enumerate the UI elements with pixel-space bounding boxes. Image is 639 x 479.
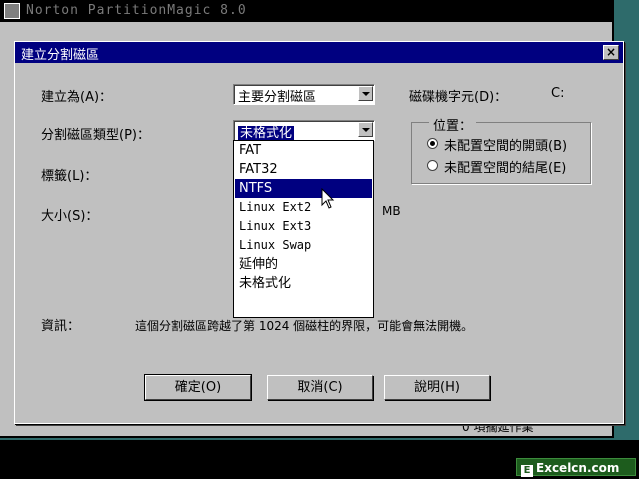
close-button[interactable]: × [603,45,619,60]
info-label: 資訊： [41,319,81,334]
create-partition-dialog: 建立分割磁區 × 建立為(A)： 主要分割磁區 磁碟機字元(D)： C: 分割磁… [14,41,624,424]
app-icon [4,3,20,19]
dialog-titlebar[interactable]: 建立分割磁區 × [15,42,623,63]
radio-end-of-unallocated[interactable] [427,160,438,171]
create-as-value: 主要分割磁區 [238,90,317,105]
watermark-logo: E Excelcn.com [516,458,636,477]
excel-logo-icon: E [521,465,533,477]
dropdown-option-ntfs[interactable]: NTFS [235,179,372,198]
info-text: 這個分割磁區跨越了第 1024 個磁柱的界限，可能會無法開機。 [135,319,474,333]
create-as-select[interactable]: 主要分割磁區 [233,84,375,105]
dropdown-option-linux-swap[interactable]: Linux Swap [235,236,372,255]
partition-type-selected-text: 未格式化 [238,126,295,141]
size-label: 大小(S)： [41,209,99,224]
partition-type-select[interactable]: 未格式化 [233,120,375,141]
dropdown-option-linux-ext2[interactable]: Linux Ext2 [235,198,372,217]
watermark-text: Excelcn.com [536,461,620,475]
dropdown-option-fat[interactable]: FAT [235,141,372,160]
position-legend: 位置： [429,115,477,134]
ok-button[interactable]: 確定(O) [144,374,252,401]
partition-type-value: 未格式化 [238,122,295,141]
background-title: Norton PartitionMagic 8.0 [26,3,247,18]
help-button[interactable]: 說明(H) [384,375,490,400]
drive-letter-label: 磁碟機字元(D)： [409,90,508,105]
create-as-label: 建立為(A)： [41,90,113,105]
close-icon: × [605,45,617,59]
chevron-down-icon[interactable] [358,86,373,101]
dropdown-option-linux-ext3[interactable]: Linux Ext3 [235,217,372,236]
mouse-pointer-icon [321,188,335,209]
dropdown-option-extended[interactable]: 延伸的 [235,255,372,274]
drive-letter-value[interactable]: C: [551,86,564,101]
partition-type-label: 分割磁區類型(P)： [41,128,150,143]
size-unit: MB [382,204,401,218]
background-titlebar: Norton PartitionMagic 8.0 [0,0,612,22]
chevron-down-icon[interactable] [358,122,373,137]
dropdown-option-fat32[interactable]: FAT32 [235,160,372,179]
radio-end-label[interactable]: 未配置空間的結尾(E) [444,157,566,176]
dialog-title: 建立分割磁區 [21,48,100,63]
dropdown-option-unformatted[interactable]: 未格式化 [235,274,372,293]
volume-label-label: 標籤(L)： [41,169,98,184]
partition-type-dropdown-list[interactable]: FAT FAT32 NTFS Linux Ext2 Linux Ext3 Lin… [233,140,374,318]
radio-start-label[interactable]: 未配置空間的開頭(B) [444,135,567,154]
radio-start-of-unallocated[interactable] [427,138,438,149]
cancel-button[interactable]: 取消(C) [267,375,373,400]
